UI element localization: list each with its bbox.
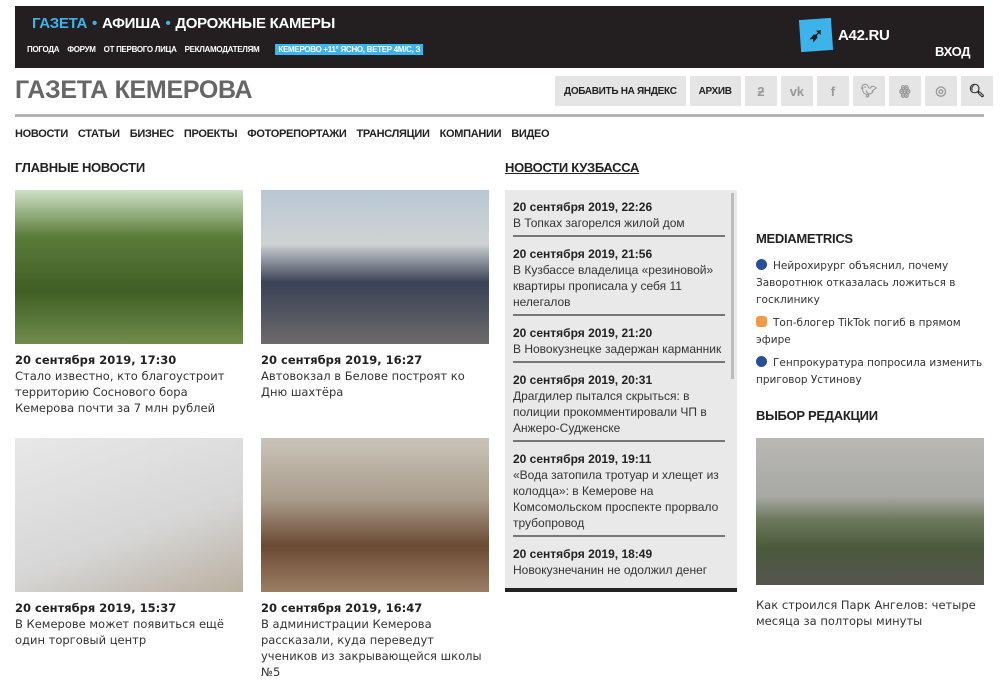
- nav-photo[interactable]: ФОТОРЕПОРТАЖИ: [247, 128, 347, 140]
- item-title[interactable]: Генпрокуратура попросила изменить пригов…: [756, 357, 982, 386]
- top-bar: ГАЗЕТА • АФИША • ДОРОЖНЫЕ КАМЕРЫ ПОГОДА ФОРУ…: [15, 6, 984, 68]
- sub-links: ПОГОДА ФОРУМ ОТ ПЕРВОГО ЛИЦА РЕКЛАМОДАТЕ…: [27, 44, 424, 55]
- editors-choice-image[interactable]: [756, 438, 984, 585]
- link-forum[interactable]: ФОРУМ: [67, 45, 96, 54]
- list-item[interactable]: Нейрохирург объяснил, почему Заворотнюк …: [756, 258, 984, 309]
- news-date: 20 сентября 2019, 19:11: [513, 452, 652, 466]
- facebook-icon[interactable]: f: [816, 76, 849, 106]
- list-item[interactable]: Топ-блогер TikTok погиб в прямом эфире: [756, 315, 984, 349]
- news-title[interactable]: «Вода затопила тротуар и хлещет из колод…: [513, 467, 725, 531]
- nav-video[interactable]: ВИДЕО: [511, 128, 549, 140]
- news-date: 20 сентября 2019, 16:47: [261, 601, 423, 615]
- scrollbar[interactable]: [731, 193, 734, 379]
- mediametrics-icon: [756, 259, 767, 270]
- link-advertisers[interactable]: РЕКЛАМОДАТЕЛЯМ: [185, 45, 260, 54]
- news-date: 20 сентября 2019, 18:49: [513, 547, 653, 561]
- kuzbass-news-list[interactable]: 20 сентября 2019, 22:26 В Топках загорелс…: [505, 190, 737, 592]
- logo-icon: ➶: [798, 17, 834, 53]
- news-image[interactable]: [15, 190, 243, 344]
- news-card[interactable]: 20 сентября 2019, 16:27 Автовокзал в Бел…: [261, 190, 489, 400]
- link-first-person[interactable]: ОТ ПЕРВОГО ЛИЦА: [104, 45, 177, 54]
- main-nav: НОВОСТИ СТАТЬИ БИЗНЕС ПРОЕКТЫ ФОТОРЕПОРТ…: [15, 128, 550, 140]
- mediametrics-list: Нейрохирург объяснил, почему Заворотнюк …: [756, 258, 984, 395]
- list-item[interactable]: 20 сентября 2019, 21:56 В Кузбассе владел…: [513, 237, 725, 316]
- news-card[interactable]: 20 сентября 2019, 15:37 В Кемерове может…: [15, 438, 243, 648]
- login-link[interactable]: ВХОД: [935, 44, 971, 59]
- list-item[interactable]: 20 сентября 2019, 18:49 Новокузнечанин не…: [513, 537, 725, 582]
- news-title[interactable]: Стало известно, кто благоустроит террито…: [15, 368, 243, 416]
- editors-choice-caption[interactable]: Как строился Парк Ангелов: четыре месяца…: [756, 597, 984, 629]
- item-title[interactable]: Нейрохирург объяснил, почему Заворотнюк …: [756, 260, 956, 306]
- news-title[interactable]: В Топках загорелся жилой дом: [513, 215, 725, 231]
- main-news-heading: ГЛАВНЫЕ НОВОСТИ: [15, 160, 145, 175]
- news-title[interactable]: В Новокузнецке задержан карманник: [513, 341, 725, 357]
- news-title[interactable]: В администрации Кемерова рассказали, куд…: [261, 616, 489, 680]
- list-item[interactable]: 20 сентября 2019, 20:31 Драгдилер пытался…: [513, 363, 725, 442]
- news-title[interactable]: Новокузнечанин не одолжил денег: [513, 562, 725, 578]
- news-date: 20 сентября 2019, 17:30: [15, 353, 177, 367]
- vk-icon[interactable]: vk: [780, 76, 813, 106]
- add-to-yandex-button[interactable]: ДОБАВИТЬ НА ЯНДЕКС: [555, 76, 686, 106]
- site-title[interactable]: ГАЗЕТА КЕМЕРОВА: [15, 76, 253, 105]
- search-icon[interactable]: 🔍︎: [960, 76, 993, 106]
- news-card[interactable]: 20 сентября 2019, 16:47 В администрации …: [261, 438, 489, 680]
- list-item[interactable]: Генпрокуратура попросила изменить пригов…: [756, 355, 984, 389]
- news-title[interactable]: Автовокзал в Белове построят ко Дню шахт…: [261, 368, 489, 400]
- news-image[interactable]: [15, 438, 243, 592]
- nav-news[interactable]: НОВОСТИ: [15, 128, 68, 140]
- weather-ticker[interactable]: КЕМЕРОВО +11° ЯСНО, ВЕТЕР 4М/С, З: [275, 44, 424, 55]
- project-gazeta[interactable]: ГАЗЕТА: [32, 15, 87, 32]
- news-date: 20 сентября 2019, 22:26: [513, 200, 653, 214]
- divider: [15, 114, 984, 117]
- nav-articles[interactable]: СТАТЬИ: [78, 128, 120, 140]
- news-date: 20 сентября 2019, 16:27: [261, 353, 423, 367]
- zen-icon[interactable]: ƻ: [744, 76, 777, 106]
- mediametrics-icon: [756, 356, 767, 367]
- news-title[interactable]: Драгдилер пытался скрыться: в полиции пр…: [513, 388, 725, 436]
- kuzbass-news-heading[interactable]: НОВОСТИ КУЗБАССА: [505, 160, 639, 175]
- fire-icon: [756, 316, 767, 327]
- project-cameras[interactable]: ДОРОЖНЫЕ КАМЕРЫ: [175, 15, 335, 32]
- list-item[interactable]: 20 сентября 2019, 19:11 «Вода затопила тр…: [513, 442, 725, 537]
- item-title[interactable]: Топ-блогер TikTok погиб в прямом эфире: [756, 317, 961, 346]
- odnoklassniki-icon[interactable]: ꙮ: [888, 76, 921, 106]
- editors-choice-heading: ВЫБОР РЕДАКЦИИ: [756, 408, 878, 423]
- toolbar: ДОБАВИТЬ НА ЯНДЕКС АРХИВ ƻ vk f 🐦︎ ꙮ ◎ 🔍…: [555, 76, 993, 106]
- news-title[interactable]: В Кемерове может появиться ещё один торг…: [15, 616, 243, 648]
- news-date: 20 сентября 2019, 21:56: [513, 247, 653, 261]
- news-title[interactable]: В Кузбассе владелица «резиновой» квартир…: [513, 262, 725, 310]
- news-date: 20 сентября 2019, 20:31: [513, 373, 653, 387]
- list-item[interactable]: 20 сентября 2019, 21:20 В Новокузнецке за…: [513, 316, 725, 363]
- nav-companies[interactable]: КОМПАНИИ: [440, 128, 502, 140]
- nav-business[interactable]: БИЗНЕС: [130, 128, 174, 140]
- news-date: 20 сентября 2019, 15:37: [15, 601, 177, 615]
- archive-button[interactable]: АРХИВ: [689, 76, 741, 106]
- news-image[interactable]: [261, 190, 489, 344]
- twitter-icon[interactable]: 🐦︎: [852, 76, 885, 106]
- news-date: 20 сентября 2019, 21:20: [513, 326, 653, 340]
- mediametrics-heading: MEDIAMETRICS: [756, 231, 853, 246]
- news-image[interactable]: [261, 438, 489, 592]
- news-card[interactable]: 20 сентября 2019, 17:30 Стало известно, …: [15, 190, 243, 416]
- nav-projects[interactable]: ПРОЕКТЫ: [184, 128, 238, 140]
- list-item[interactable]: 20 сентября 2019, 22:26 В Топках загорелс…: [513, 190, 725, 237]
- project-afisha[interactable]: АФИША: [102, 15, 161, 32]
- nav-streams[interactable]: ТРАНСЛЯЦИИ: [356, 128, 429, 140]
- project-links: ГАЗЕТА • АФИША • ДОРОЖНЫЕ КАМЕРЫ: [32, 15, 335, 32]
- link-weather[interactable]: ПОГОДА: [27, 45, 60, 54]
- instagram-icon[interactable]: ◎: [924, 76, 957, 106]
- a42-logo[interactable]: ➶ А42.RU: [798, 17, 890, 53]
